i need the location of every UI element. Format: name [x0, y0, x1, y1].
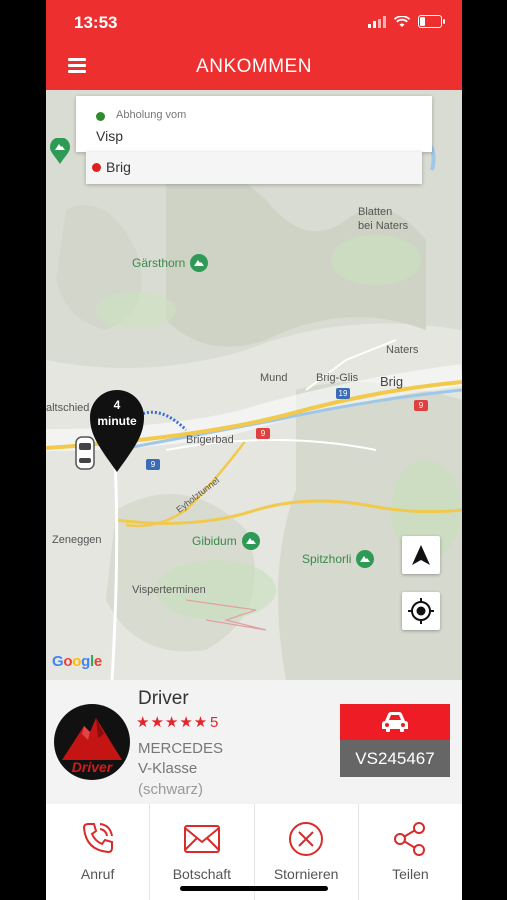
map-label-zeneggen: Zeneggen [52, 534, 102, 546]
map-label-mund: Mund [260, 372, 288, 384]
call-button[interactable]: Anruf [46, 804, 151, 900]
eta-unit: minute [97, 414, 137, 428]
pickup-address-card[interactable]: Abholung vom Visp [76, 96, 432, 152]
battery-icon [418, 15, 445, 28]
mountain-pin-icon [190, 254, 209, 272]
app-screen: 13:53 ANKOMMEN Blatten bei Naters Naters… [46, 0, 462, 900]
share-icon [394, 822, 426, 856]
driver-name: Driver [138, 688, 189, 709]
destination-dot-icon [92, 163, 101, 172]
status-icons [368, 15, 445, 28]
road-shield: 9 [256, 428, 270, 439]
eta-marker: 4 minute [90, 390, 144, 477]
google-logo: Google [52, 653, 102, 670]
rating-stars: ★★★★★ [136, 714, 209, 731]
map-label-brig-glis: Brig-Glis [316, 372, 359, 384]
mountain-pin-icon[interactable] [50, 138, 70, 164]
share-label: Teilen [392, 866, 429, 882]
poi-gibidum[interactable]: Gibidum [192, 532, 260, 550]
map-label-visperterminen: Visperterminen [132, 584, 206, 596]
road-shield: 9 [146, 459, 160, 470]
poi-spitzhorli[interactable]: Spitzhorli [302, 550, 375, 568]
eta-value: 4 [113, 398, 121, 412]
pickup-dot-icon [96, 112, 105, 121]
page-title: ANKOMMEN [196, 56, 312, 77]
cancel-label: Stornieren [273, 866, 339, 882]
rating-value: 5 [210, 714, 219, 731]
poi-garsthorn[interactable]: Gärsthorn [132, 254, 209, 272]
road-shield: 9 [414, 400, 428, 411]
map-label-altschied: altschied [46, 402, 90, 414]
message-label: Botschaft [172, 866, 232, 882]
car-model: V-Klasse [138, 760, 198, 777]
vehicle-button[interactable] [340, 704, 450, 740]
mail-icon [183, 825, 220, 853]
map-label-brigerbad: Brigerbad [186, 434, 234, 446]
mountain-pin-icon [356, 550, 375, 568]
poi-label: Gibidum [192, 534, 237, 548]
home-indicator [180, 886, 328, 891]
map-label-bei-naters: bei Naters [358, 220, 409, 232]
phone-icon [82, 823, 113, 854]
status-time: 13:53 [74, 13, 118, 32]
avatar-text: Driver [71, 759, 113, 775]
driver-info-panel: Driver Driver ★★★★★ 5 MERCEDES V-Klasse … [46, 680, 462, 804]
app-header: 13:53 ANKOMMEN [46, 0, 462, 90]
cancel-icon [289, 822, 324, 856]
map-label-naters: Naters [386, 344, 419, 356]
driver-avatar: Driver [54, 704, 130, 780]
map-view[interactable]: Blatten bei Naters Naters Mund Brig-Glis… [46, 90, 462, 680]
destination-address-card[interactable]: Brig [86, 152, 422, 184]
poi-label: Gärsthorn [132, 256, 186, 270]
signal-icon [368, 15, 386, 28]
pickup-caption: Abholung vom [116, 109, 187, 121]
poi-label: Spitzhorli [302, 552, 352, 566]
mountain-pin-icon [241, 532, 260, 550]
map-label-brig: Brig [380, 374, 404, 389]
map-label-blatten: Blatten [358, 206, 393, 218]
destination-location: Brig [106, 159, 131, 175]
car-top-icon [75, 436, 95, 470]
share-button[interactable]: Teilen [359, 804, 462, 900]
compass-button[interactable] [402, 536, 440, 574]
wifi-icon [394, 15, 410, 27]
crosshair-icon [408, 598, 434, 624]
car-make: MERCEDES [138, 740, 224, 757]
my-location-button[interactable] [402, 592, 440, 630]
car-icon [382, 712, 408, 732]
navigation-arrow-icon [412, 545, 430, 565]
license-plate: VS245467 [340, 740, 450, 777]
road-shield: 19 [336, 388, 350, 399]
call-label: Anruf [80, 866, 115, 882]
car-color: (schwarz) [138, 781, 204, 798]
pickup-location: Visp [96, 128, 123, 144]
